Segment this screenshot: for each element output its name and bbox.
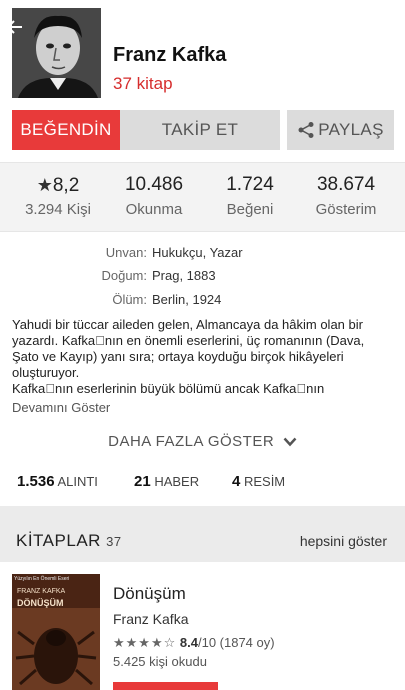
- show-more-label: DAHA FAZLA GÖSTER: [108, 433, 275, 450]
- quotes-count-label: ALINTI: [57, 474, 98, 489]
- stat-likes: 1.724 Beğeni: [200, 173, 300, 218]
- quotes-count[interactable]: 1.536 ALINTI: [17, 473, 98, 490]
- detail-birth-value: Prag, 1883: [152, 268, 216, 283]
- star-icon: ★: [36, 175, 53, 195]
- share-icon: [298, 122, 314, 138]
- rating-value: 8,2: [52, 175, 80, 196]
- book-score: 8.4: [179, 635, 198, 650]
- bio-line: yazardı. Kafka nın en önemli eserlerini,…: [12, 333, 365, 348]
- author-header: Franz Kafka 37 kitap: [0, 0, 405, 108]
- book-score-suffix: /10 (1874 oy): [197, 635, 275, 650]
- author-portrait: [12, 8, 101, 98]
- stat-reads: 10.486 Okunma: [104, 173, 204, 218]
- books-count: 37: [106, 534, 122, 549]
- book-title[interactable]: Dönüşüm: [113, 584, 186, 604]
- views-label: Gösterim: [315, 201, 377, 218]
- images-count[interactable]: 4 RESİM: [232, 473, 285, 490]
- likes-value: 1.724: [226, 174, 274, 195]
- cover-author: FRANZ KAFKA: [17, 588, 66, 595]
- book-cover[interactable]: Yüzyılın En Önemli Eseri FRANZ KAFKA DÖN…: [12, 574, 100, 690]
- news-count[interactable]: 21 HABER: [134, 473, 199, 490]
- read-more-link[interactable]: Devamını Göster: [12, 400, 110, 415]
- detail-title-key: Unvan:: [105, 245, 147, 260]
- likes-label: Beğeni: [226, 201, 274, 218]
- stat-rating: ★8,2 3.294 Kişi: [8, 173, 108, 218]
- author-book-count[interactable]: 37 kitap: [113, 74, 173, 94]
- show-all-link[interactable]: hepsini göster: [300, 533, 387, 549]
- stats-panel: ★8,2 3.294 Kişi 10.486 Okunma 1.724 Beğe…: [0, 162, 405, 232]
- follow-button[interactable]: TAKİP ET: [120, 110, 280, 150]
- author-name: Franz Kafka: [113, 44, 227, 66]
- bio-line: Yahudi bir tüccar aileden gelen, Almanca…: [12, 317, 363, 332]
- detail-death-value: Berlin, 1924: [152, 292, 222, 307]
- author-bio: Yahudi bir tüccar aileden gelen, Almanca…: [12, 317, 397, 397]
- stat-views: 38.674 Gösterim: [296, 173, 396, 218]
- books-title: KİTAPLAR: [16, 531, 101, 550]
- detail-birth-key: Doğum:: [101, 268, 147, 283]
- book-author[interactable]: Franz Kafka: [113, 611, 188, 627]
- detail-death-key: Ölüm:: [112, 292, 147, 307]
- content-counts: 1.536 ALINTI 21 HABER 4 RESİM: [0, 473, 405, 493]
- book-list-item[interactable]: Yüzyılın En Önemli Eseri FRANZ KAFKA DÖN…: [0, 572, 405, 690]
- book-action-button[interactable]: [113, 682, 218, 690]
- views-value: 38.674: [316, 174, 376, 195]
- action-bar: BEĞENDİN TAKİP ET PAYLAŞ: [0, 108, 405, 152]
- book-rating: ★★★★☆ 8.4/10 (1874 oy): [113, 635, 275, 651]
- news-count-label: HABER: [154, 474, 200, 489]
- books-section-header: KİTAPLAR 37 hepsini göster: [0, 506, 405, 562]
- book-readers: 5.425 kişi okudu: [113, 654, 207, 669]
- rating-stars-icon: ★★★★☆: [113, 635, 177, 650]
- like-button[interactable]: BEĞENDİN: [12, 110, 120, 150]
- bio-line: Kafka nın eserlerinin büyük bölümü ancak…: [12, 381, 325, 396]
- reads-label: Okunma: [125, 201, 183, 218]
- cover-title: DÖNÜŞÜM: [17, 598, 64, 608]
- detail-title-value: Hukukçu, Yazar: [152, 245, 243, 260]
- share-button[interactable]: PAYLAŞ: [287, 110, 394, 150]
- rating-voters: 3.294 Kişi: [25, 201, 91, 218]
- reads-value: 10.486: [124, 174, 184, 195]
- cover-tagline: Yüzyılın En Önemli Eseri: [14, 576, 70, 582]
- quotes-count-value: 1.536: [17, 473, 55, 490]
- chevron-down-icon: [283, 437, 297, 447]
- bio-line: Şato ve Kayıp) yanı sıra; ortaya koyduğu…: [12, 349, 344, 364]
- images-count-value: 4: [232, 473, 241, 490]
- news-count-value: 21: [134, 473, 151, 490]
- show-more-button[interactable]: DAHA FAZLA GÖSTER: [0, 433, 405, 450]
- back-arrow-icon[interactable]: [6, 18, 24, 40]
- share-label: PAYLAŞ: [318, 120, 384, 139]
- books-section-title: KİTAPLAR 37: [16, 531, 122, 551]
- bio-line: oluşturuyor.: [12, 365, 80, 380]
- author-photo-image: [12, 8, 101, 98]
- images-count-label: RESİM: [243, 474, 286, 489]
